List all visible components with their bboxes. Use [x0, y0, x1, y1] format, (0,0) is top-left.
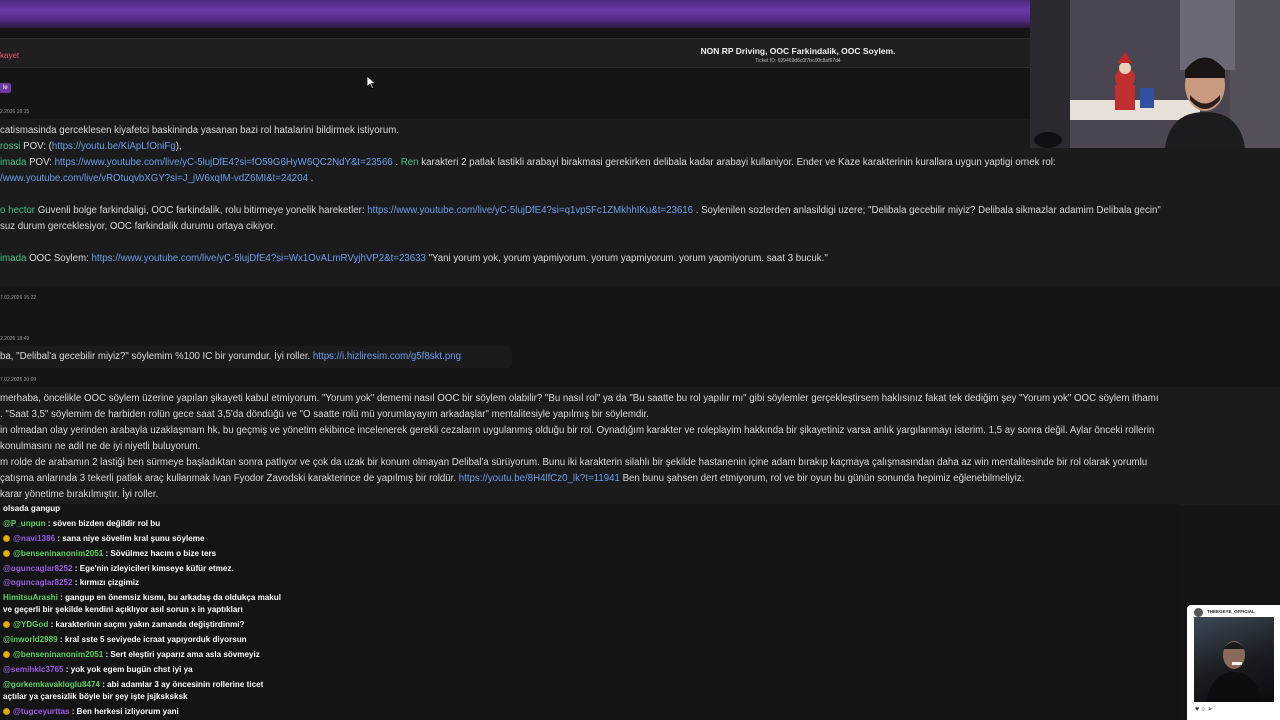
chat-username[interactable]: HimitsuArashi — [3, 593, 58, 602]
video-link[interactable]: https://youtu.be/KiApLfOniFg — [52, 141, 176, 152]
ticket-title: NON RP Driving, OOC Farkindalik, OOC Soy… — [700, 46, 896, 56]
message-timestamp: 7.02.2026 16:22 — [0, 295, 37, 301]
chat-username[interactable]: @P_unpun — [3, 519, 46, 528]
chat-text: : kral sste 5 seviyede icraat yapıyorduk… — [57, 635, 247, 644]
chat-message: @gorkemkavakloglu8474 : abi adamlar 3 ay… — [3, 680, 263, 689]
chat-text: açtılar ya çaresizlik böyle bir şey işte… — [3, 692, 188, 701]
defense-line: m rolde de arabamın 2 lastiği ben sürmey… — [0, 457, 1148, 468]
chat-text: : yok yok egem bugün chst iyi ya — [63, 665, 193, 674]
chat-username[interactable]: @benseninanonim2051 — [13, 549, 103, 558]
chat-text: : abi adamlar 3 ay öncesinin rollerine t… — [99, 680, 264, 689]
chat-message: @benseninanonim2051 : Sövülmez hacım o b… — [3, 549, 216, 558]
chat-username[interactable]: @oguncaglar8252 — [3, 578, 73, 587]
chat-username[interactable]: @semihklc3765 — [3, 665, 64, 674]
video-link[interactable]: https://www.youtube.com/live/yC-5lujDfE4… — [55, 157, 393, 168]
chat-text: : Sövülmez hacım o bize ters — [103, 549, 217, 558]
chat-username[interactable]: @YDGod — [13, 620, 48, 629]
ticket-id: Ticket ID: 699469d6c0f7bc00c8af67d4 — [755, 58, 841, 64]
user-mention[interactable]: imada — [0, 157, 26, 168]
chat-text: : Ege'nin izleyicileri kimseye küfür etm… — [72, 564, 234, 573]
user-mention[interactable]: o hector — [0, 205, 35, 216]
complaint-line: imada OOC Soylem: https://www.youtube.co… — [0, 253, 828, 264]
ticket-status-label: kayet — [0, 51, 20, 60]
user-mention[interactable]: Ren — [401, 157, 419, 168]
role-tag[interactable]: le — [0, 83, 11, 93]
chat-message: @oguncaglar8252 : kırmızı çizgimiz — [3, 578, 139, 587]
chat-message: @semihklc3765 : yok yok egem bugün chst … — [3, 665, 193, 674]
chat-message: @P_unpun : söven bizden değildir rol bu — [3, 519, 160, 528]
chat-message: ve geçerli bir şekilde kendini açıklıyor… — [3, 605, 243, 614]
defense-line: konulmasını ne adil ne de iyi niyetli bu… — [0, 441, 201, 452]
subscriber-badge-icon — [3, 550, 10, 557]
chat-message: @navi1386 : sana niye sövelim kral şunu … — [3, 534, 204, 543]
ticket-header: kayet NON RP Driving, OOC Farkindalik, O… — [0, 38, 1030, 68]
chat-username[interactable]: @benseninanonim2051 — [13, 650, 103, 659]
chat-text: : Ben herkesi izliyorum yani — [69, 707, 179, 716]
chat-text: ve geçerli bir şekilde kendini açıklıyor… — [3, 605, 243, 614]
chat-username[interactable]: @gorkemkavakloglu8474 — [3, 680, 100, 689]
complaint-line: o hector Guvenli bolge farkindaligi, OOC… — [0, 205, 1161, 216]
live-chat-overlay: olsada gangup @P_unpun : söven bizden değ… — [0, 504, 1180, 720]
chat-username[interactable]: @inworld2989 — [3, 635, 58, 644]
chat-username[interactable]: @tugceyurttas — [13, 707, 69, 716]
chat-message: açtılar ya çaresizlik böyle bir şey işte… — [3, 692, 187, 701]
complaint-line: catismasinda gerceklesen kiyafetci baski… — [0, 125, 399, 136]
defense-line: çatışma anlarında 3 tekerli patlak araç … — [0, 473, 1025, 484]
chat-text: : sana niye sövelim kral şunu söyleme — [55, 534, 205, 543]
mouse-cursor-icon — [367, 76, 376, 89]
complaint-line: rossi POV: (https://youtu.be/KiApLfOniFg… — [0, 141, 182, 152]
user-mention[interactable]: rossi — [0, 141, 20, 152]
subscriber-badge-icon — [3, 708, 10, 715]
chat-username[interactable]: @oguncaglar8252 — [3, 564, 73, 573]
defense-line: merhaba, öncelikle OOC söylem üzerine ya… — [0, 393, 1159, 404]
chat-text: olsada gangup — [3, 504, 61, 513]
message-timestamp: 2.2026 16:15 — [0, 109, 30, 115]
app-top-banner — [0, 0, 1030, 28]
chat-text: : kırmızı çizgimiz — [72, 578, 140, 587]
message-timestamp: 7.02.2026 20:09 — [0, 377, 37, 383]
chat-username[interactable]: @navi1386 — [13, 534, 55, 543]
image-link[interactable]: https://i.hizliresim.com/g5f8skt.png — [313, 351, 461, 362]
defense-line: karar yönetime bırakılmıştır. İyi roller… — [0, 489, 159, 500]
video-link[interactable]: https://www.youtube.com/live/yC-5lujDfE4… — [92, 253, 426, 264]
message-timestamp: 2.2026 18:49 — [0, 336, 30, 342]
instagram-photo-image — [1206, 641, 1262, 702]
complaint-line: imada POV: https://www.youtube.com/live/… — [0, 157, 1056, 168]
video-link[interactable]: https://www.youtube.com/live/yC-5lujDfE4… — [367, 205, 693, 216]
defense-line: . "Saat 3,5" söylemim de harbiden rolün … — [0, 409, 649, 420]
post-action-icons: ♥ ○ ➢ — [1195, 706, 1214, 713]
complaint-line: /www.youtube.com/live/vROtuqvbXGY?si=J_j… — [0, 173, 314, 184]
chat-text: : karakterinin saçmı yakın zamanda değiş… — [48, 620, 245, 629]
chat-message: @oguncaglar8252 : Ege'nin izleyicileri k… — [3, 564, 234, 573]
instagram-overlay-card: THEEGEYE_OFFICIAL ♥ ○ ➢ — [1187, 605, 1280, 720]
user-mention[interactable]: imada — [0, 253, 26, 264]
defense-line: in olmadan olay yerinden arabayla uzakla… — [0, 425, 1155, 436]
video-link[interactable]: https://youtu.be/8H4lfCz0_lk?t=11941 — [459, 473, 620, 484]
complaint-line: suz durum gerceklesiyor, OOC farkindalik… — [0, 221, 276, 232]
chat-text: : Sert eleştiri yaparız ama asla sövmeyi… — [103, 650, 260, 659]
webcam-overlay — [1030, 0, 1280, 148]
reply-line: ba, "Delibal'a gecebilir miyiz?" söylemi… — [0, 351, 461, 362]
webcam-feed-image — [1030, 0, 1280, 148]
instagram-photo — [1194, 617, 1274, 702]
video-link[interactable]: /www.youtube.com/live/vROtuqvbXGY?si=J_j… — [0, 173, 308, 184]
chat-message: @YDGod : karakterinin saçmı yakın zamand… — [3, 620, 244, 629]
subscriber-badge-icon — [3, 621, 10, 628]
subscriber-badge-icon — [3, 535, 10, 542]
chat-message: olsada gangup — [3, 504, 60, 513]
instagram-handle: THEEGEYE_OFFICIAL — [1207, 609, 1255, 614]
avatar — [1194, 608, 1203, 617]
chat-text: : gangup en önemsiz kısmı, bu arkadaş da… — [57, 593, 281, 602]
chat-message: HimitsuArashi : gangup en önemsiz kısmı,… — [3, 593, 281, 602]
chat-text: : söven bizden değildir rol bu — [45, 519, 161, 528]
chat-message: @tugceyurttas : Ben herkesi izliyorum ya… — [3, 707, 179, 716]
subscriber-badge-icon — [3, 651, 10, 658]
chat-message: @inworld2989 : kral sste 5 seviyede icra… — [3, 635, 247, 644]
chat-message: @benseninanonim2051 : Sert eleştiri yapa… — [3, 650, 260, 659]
